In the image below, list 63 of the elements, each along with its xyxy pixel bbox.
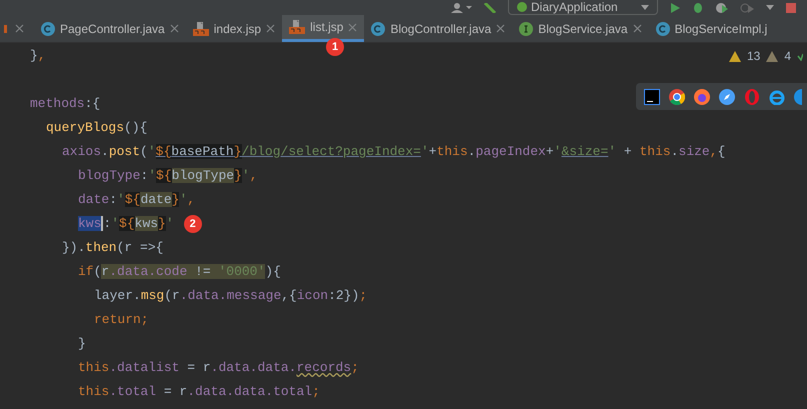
warning-icon[interactable] bbox=[728, 50, 741, 62]
tab-label: list.jsp bbox=[310, 19, 344, 36]
hammer-icon[interactable] bbox=[484, 2, 496, 12]
class-icon bbox=[371, 22, 386, 36]
tab-label: BlogController.java bbox=[390, 20, 492, 38]
editor-tab[interactable]: BlogService.java bbox=[512, 15, 649, 42]
warning-count: 13 bbox=[746, 48, 760, 65]
intellij-icon[interactable] bbox=[644, 88, 660, 104]
stop-icon[interactable] bbox=[786, 2, 796, 12]
code-line: this.total = r.data.data.total; bbox=[78, 383, 320, 401]
code-line: blogType:'${blogType}', bbox=[78, 167, 258, 185]
code-line: this.datalist = r.data.data.records; bbox=[78, 359, 359, 377]
jsp-file-icon bbox=[192, 20, 209, 36]
edge-icon[interactable] bbox=[794, 88, 802, 104]
internet-explorer-icon[interactable] bbox=[769, 88, 785, 104]
class-icon bbox=[656, 22, 670, 36]
check-icon[interactable] bbox=[797, 51, 803, 61]
close-icon[interactable] bbox=[632, 24, 642, 33]
number-badge: 2 bbox=[184, 215, 202, 233]
profile-icon[interactable] bbox=[740, 2, 754, 12]
editor-tab[interactable]: PageController.java bbox=[34, 15, 186, 42]
run-configuration-label: DiaryApplication bbox=[531, 1, 618, 13]
code-line: if(r.data.code != '0000'){ bbox=[78, 263, 281, 281]
coverage-icon[interactable] bbox=[716, 2, 728, 12]
chrome-icon[interactable] bbox=[669, 88, 685, 104]
code-line: methods:{ bbox=[30, 95, 100, 113]
debug-icon[interactable] bbox=[692, 2, 704, 12]
safari-icon[interactable] bbox=[719, 88, 735, 104]
editor-tab[interactable]: list.jsp bbox=[282, 15, 364, 42]
jsp-file-icon bbox=[289, 19, 306, 35]
tab-label: PageController.java bbox=[60, 20, 165, 38]
interface-icon bbox=[519, 22, 534, 36]
weak-warning-icon[interactable] bbox=[766, 50, 778, 62]
caret-icon bbox=[641, 4, 649, 10]
opera-icon[interactable] bbox=[744, 88, 760, 104]
firefox-icon[interactable] bbox=[694, 88, 710, 104]
close-icon[interactable] bbox=[170, 24, 179, 33]
tab-label: BlogServiceImpl.j bbox=[674, 20, 768, 38]
code-line: }, bbox=[30, 47, 46, 65]
weak-warning-count: 4 bbox=[784, 48, 791, 65]
code-line: kws:'${kws}' bbox=[78, 215, 174, 233]
code-line: layer.msg(r.data.message,{icon:2}); bbox=[94, 287, 368, 305]
editor-tab[interactable]: BlogServiceImpl.j bbox=[648, 15, 774, 42]
code-line: return; bbox=[94, 311, 149, 329]
code-line: date:'${date}', bbox=[78, 191, 196, 209]
editor-tab[interactable]: BlogController.java bbox=[364, 15, 512, 42]
caret-icon[interactable] bbox=[766, 5, 774, 10]
user-icon[interactable] bbox=[450, 2, 472, 12]
close-icon[interactable] bbox=[348, 22, 358, 32]
code-line: }).then(r =>{ bbox=[62, 239, 164, 257]
tab-label: BlogService.java bbox=[538, 20, 628, 38]
code-line: } bbox=[78, 335, 86, 353]
code-line: axios.post('${basePath}/blog/select?pageIndex='+this.pageIndex+'&size=' + this.size,{ bbox=[62, 143, 726, 161]
close-icon[interactable] bbox=[496, 24, 506, 33]
partial-tab-icon bbox=[4, 24, 7, 32]
class-icon bbox=[41, 22, 55, 36]
tab-label: index.jsp bbox=[214, 20, 262, 38]
run-icon[interactable] bbox=[670, 2, 680, 12]
editor-tab[interactable]: index.jsp bbox=[186, 15, 282, 42]
number-badge: 1 bbox=[326, 38, 344, 56]
close-icon[interactable] bbox=[15, 24, 24, 33]
close-icon[interactable] bbox=[266, 24, 276, 33]
code-line: queryBlogs(){ bbox=[46, 119, 148, 137]
